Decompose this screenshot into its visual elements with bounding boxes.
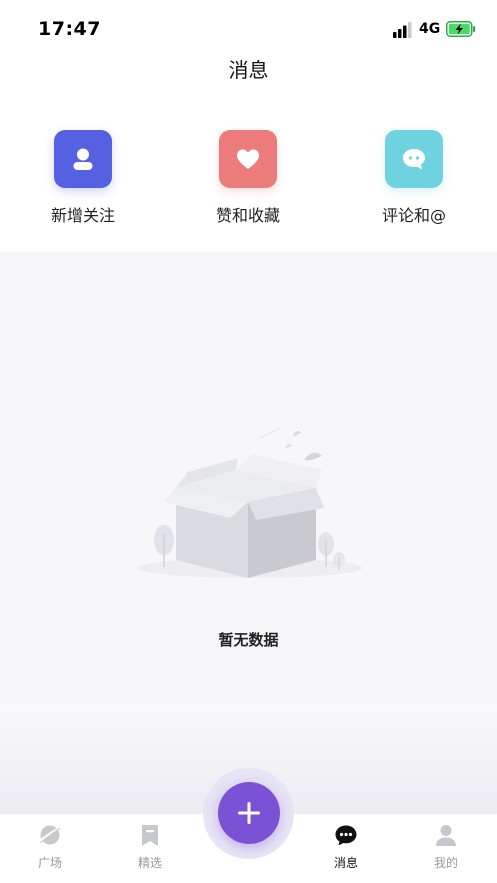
tab-label: 消息	[333, 856, 358, 870]
bookmark-icon	[142, 825, 158, 846]
page-title: 消息	[228, 58, 269, 82]
shortcut-likes-favorites[interactable]: 赞和收藏	[188, 130, 308, 226]
tab-label: 广场	[37, 856, 62, 870]
plus-icon	[238, 802, 260, 824]
network-type: 4G	[419, 21, 441, 37]
person-icon	[54, 130, 112, 188]
tab-label: 我的	[433, 856, 458, 870]
heart-icon	[219, 130, 277, 188]
tab-featured[interactable]: 精选	[120, 822, 180, 871]
signal-icon	[393, 22, 412, 38]
user-icon	[436, 825, 456, 846]
messages-screen: 17:47 4G 消息 新增关注 赞和收藏 评论和@ 暂无数据 广场 精选 消息…	[0, 0, 497, 883]
shortcut-comments-mentions[interactable]: 评论和@	[354, 130, 474, 226]
shortcut-label: 新增关注	[50, 206, 115, 225]
create-post-button[interactable]	[218, 782, 280, 844]
tab-label: 精选	[137, 856, 162, 870]
battery-charging-icon	[446, 21, 476, 37]
tab-messages[interactable]: 消息	[316, 822, 376, 871]
status-bar: 17:47 4G	[0, 0, 497, 58]
shortcut-label: 评论和@	[381, 206, 446, 225]
empty-state-text: 暂无数据	[218, 631, 279, 649]
tab-plaza[interactable]: 广场	[20, 822, 80, 871]
shortcut-new-followers[interactable]: 新增关注	[23, 130, 143, 226]
empty-state: 暂无数据	[0, 252, 497, 704]
planet-icon	[38, 825, 62, 845]
chat-bubble-icon	[385, 130, 443, 188]
shortcut-label: 赞和收藏	[215, 206, 280, 225]
message-icon	[335, 825, 357, 846]
status-time: 17:47	[38, 18, 101, 40]
tab-profile[interactable]: 我的	[416, 822, 476, 871]
empty-box-icon	[138, 427, 362, 578]
